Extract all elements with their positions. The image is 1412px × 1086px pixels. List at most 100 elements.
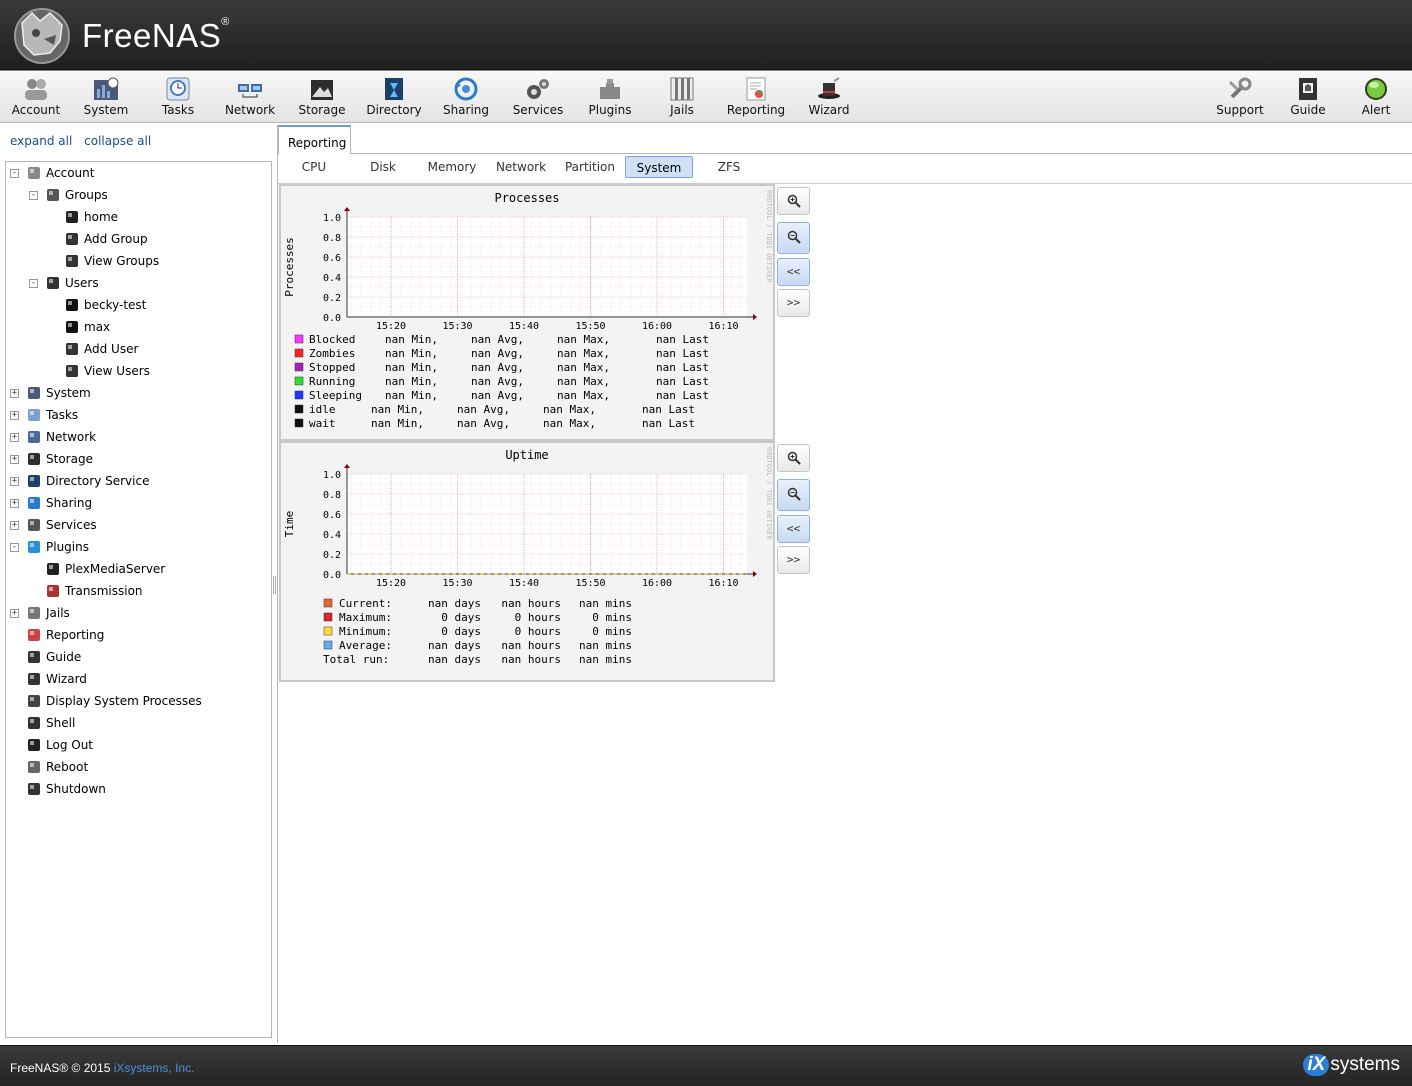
storage-icon (26, 451, 42, 467)
tree-item-add-user[interactable]: Add User (6, 339, 271, 359)
collapse-icon[interactable]: - (29, 279, 38, 288)
subtab-system[interactable]: System (625, 156, 693, 178)
tree-item-reboot[interactable]: Reboot (6, 757, 271, 777)
tree-item-directory-service[interactable]: + Directory Service (6, 471, 271, 491)
tree-item-services[interactable]: + Services (6, 515, 271, 535)
subtab-partition[interactable]: Partition (563, 156, 617, 178)
tree-item-shutdown[interactable]: Shutdown (6, 779, 271, 799)
tree-item-label: PlexMediaServer (65, 562, 166, 576)
tree-item-label: Account (46, 166, 95, 180)
toolbar-network-button[interactable]: Network (214, 71, 286, 123)
legend-avg: nan Avg, (457, 417, 510, 430)
toolbar-reporting-button[interactable]: Reporting (720, 71, 792, 123)
tree-item-home[interactable]: home (6, 207, 271, 227)
tree-item-guide[interactable]: Guide (6, 647, 271, 667)
tree-item-system[interactable]: + System (6, 383, 271, 403)
header: FreeNAS® (0, 0, 1412, 70)
legend-max: nan Max, (543, 417, 596, 430)
collapse-icon[interactable]: - (29, 191, 38, 200)
tree-item-max[interactable]: max (6, 317, 271, 337)
expand-icon[interactable]: + (10, 521, 19, 530)
expand-icon[interactable]: + (10, 455, 19, 464)
expand-icon[interactable]: + (10, 433, 19, 442)
company-link[interactable]: iXsystems, Inc. (114, 1061, 195, 1075)
tree-item-reporting[interactable]: Reporting (6, 625, 271, 645)
uptime-forward-button[interactable]: >> (777, 546, 810, 574)
zoom-in-icon (787, 451, 801, 465)
tree-item-label: Guide (46, 650, 82, 664)
processes-forward-button[interactable]: >> (777, 289, 810, 317)
account-icon (25, 79, 47, 100)
uptime-zoom-out-button[interactable] (777, 479, 810, 511)
toolbar-services-button[interactable]: Services (502, 71, 574, 123)
tree-item-view-groups[interactable]: View Groups (6, 251, 271, 271)
legend-mins: nan mins (579, 653, 632, 666)
legend-name: Running (309, 375, 355, 388)
tree-item-tasks[interactable]: + Tasks (6, 405, 271, 425)
collapse-all-link[interactable]: collapse all (84, 134, 151, 148)
tree-controls: expand all collapse all (10, 134, 159, 148)
subtab-disk[interactable]: Disk (365, 156, 401, 178)
collapse-icon[interactable]: - (10, 169, 19, 178)
expand-icon[interactable]: + (10, 411, 19, 420)
legend-mins: nan mins (579, 597, 632, 610)
x-tick-label: 15:30 (442, 321, 472, 332)
toolbar-account-button[interactable]: Account (0, 71, 72, 123)
toolbar-directory-button[interactable]: Directory (358, 71, 430, 123)
system-icon (26, 385, 42, 401)
toolbar-wizard-button[interactable]: Wizard (793, 71, 865, 123)
toolbar-tasks-button[interactable]: Tasks (142, 71, 214, 123)
tree-item-add-group[interactable]: Add Group (6, 229, 271, 249)
pane-splitter[interactable] (273, 576, 276, 594)
brand-name: FreeNAS® (82, 16, 230, 54)
tree-item-view-users[interactable]: View Users (6, 361, 271, 381)
collapse-icon[interactable]: - (10, 543, 19, 552)
subtab-zfs[interactable]: ZFS (711, 156, 747, 178)
tasks-icon (166, 77, 190, 101)
tree-item-jails[interactable]: + Jails (6, 603, 271, 623)
subtab-memory[interactable]: Memory (426, 156, 478, 178)
tree-item-plugins[interactable]: - Plugins (6, 537, 271, 557)
uptime-back-button[interactable]: << (777, 515, 810, 543)
subtab-cpu[interactable]: CPU (296, 156, 332, 178)
processes-zoom-out-button[interactable] (777, 222, 810, 254)
subtab-network[interactable]: Network (495, 156, 547, 178)
tree-item-plexmediaserver[interactable]: PlexMediaServer (6, 559, 271, 579)
expand-icon[interactable]: + (10, 389, 19, 398)
expand-icon[interactable]: + (10, 499, 19, 508)
x-tick-label: 15:20 (376, 578, 406, 589)
tab-reporting[interactable]: Reporting (278, 125, 351, 154)
processes-back-button[interactable]: << (777, 258, 810, 286)
expand-all-link[interactable]: expand all (10, 134, 72, 148)
toolbar-guide-button[interactable]: Guide (1272, 71, 1344, 123)
toolbar-system-button[interactable]: System (70, 71, 142, 123)
tree-item-log-out[interactable]: Log Out (6, 735, 271, 755)
tree-item-account[interactable]: - Account (6, 163, 271, 183)
expand-icon[interactable]: + (10, 477, 19, 486)
tree-item-display-system-processes[interactable]: Display System Processes (6, 691, 271, 711)
toolbar-storage-button[interactable]: Storage (286, 71, 358, 123)
processes-zoom-in-button[interactable] (777, 187, 810, 215)
toolbar-plugins-button[interactable]: Plugins (574, 71, 646, 123)
footer: FreeNAS® © 2015 iXsystems, Inc. iX system… (0, 1045, 1412, 1086)
users-icon (45, 275, 61, 291)
tree-item-sharing[interactable]: + Sharing (6, 493, 271, 513)
tree-item-shell[interactable]: Shell (6, 713, 271, 733)
uptime-zoom-in-button[interactable] (777, 444, 810, 472)
tree-item-becky-test[interactable]: becky-test (6, 295, 271, 315)
tree-item-storage[interactable]: + Storage (6, 449, 271, 469)
tree-item-groups[interactable]: - Groups (6, 185, 271, 205)
tree-item-users[interactable]: - Users (6, 273, 271, 293)
tree-item-transmission[interactable]: Transmission (6, 581, 271, 601)
toolbar-sharing-button[interactable]: Sharing (430, 71, 502, 123)
toolbar-support-button[interactable]: Support (1204, 71, 1276, 123)
toolbar-alert-button[interactable]: Alert (1340, 71, 1412, 123)
user-icon (64, 297, 80, 313)
tree-item-wizard[interactable]: Wizard (6, 669, 271, 689)
tree-item-network[interactable]: + Network (6, 427, 271, 447)
legend-last: nan Last (656, 389, 709, 402)
toolbar-jails-button[interactable]: Jails (646, 71, 718, 123)
tree-item-label: Display System Processes (46, 694, 202, 708)
expand-icon[interactable]: + (10, 609, 19, 618)
jails-icon (670, 77, 694, 101)
